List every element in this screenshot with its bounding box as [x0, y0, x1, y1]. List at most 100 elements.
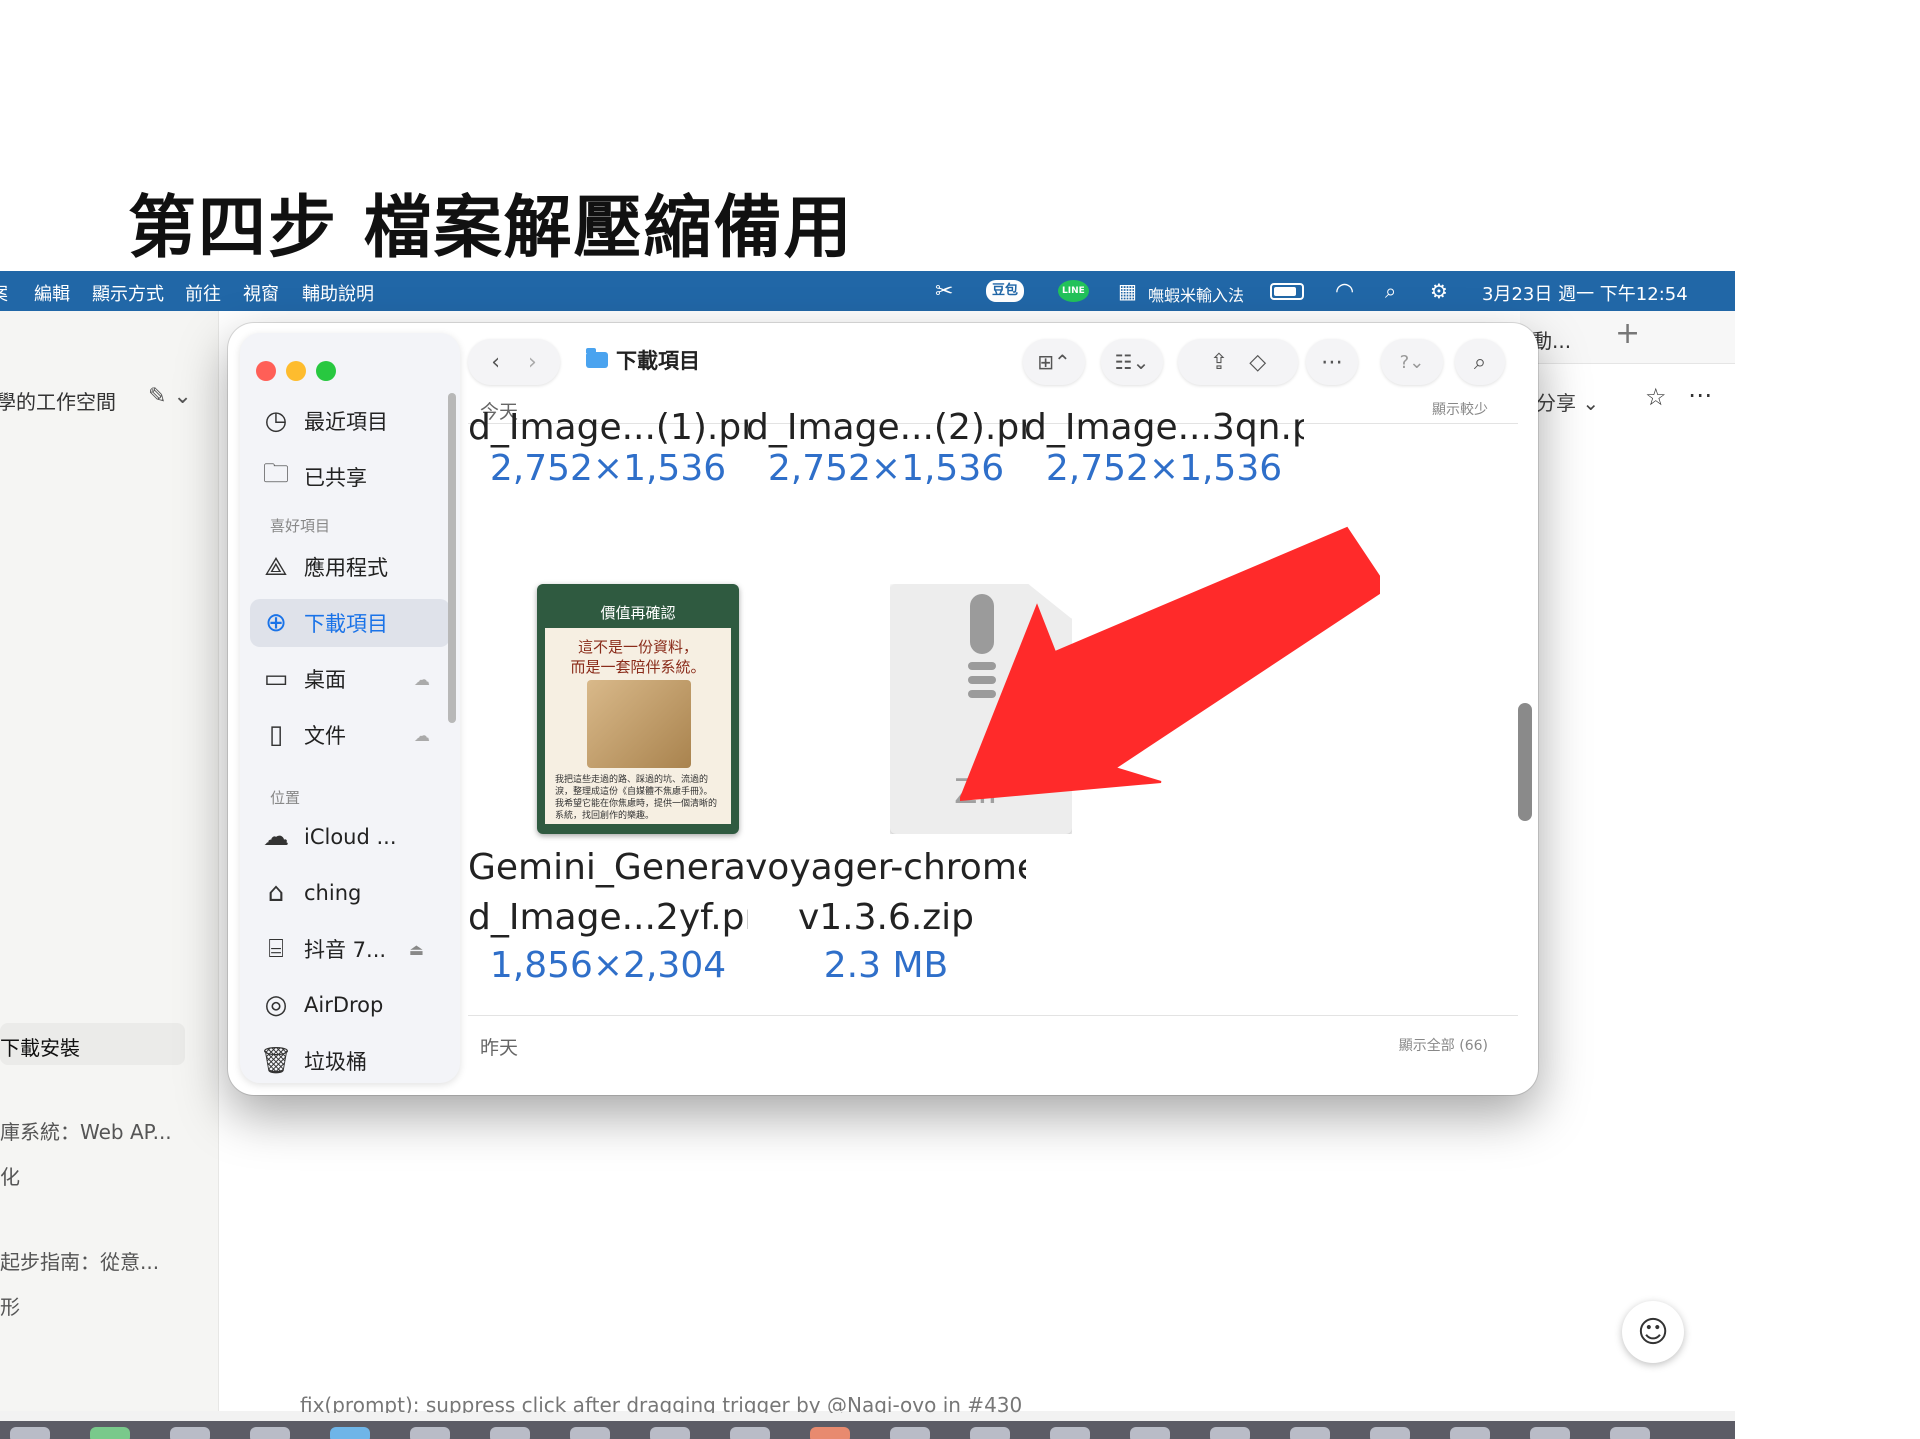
- content-scrollbar[interactable]: [1518, 703, 1532, 821]
- window-title: 下載項目: [586, 345, 700, 375]
- desktop-icon: ▭: [263, 664, 289, 694]
- assistant-button[interactable]: ☺: [1622, 1301, 1684, 1363]
- group-divider: [468, 1015, 1518, 1016]
- spotlight-icon[interactable]: ⌕: [1385, 279, 1396, 303]
- dock-app-icon[interactable]: [1370, 1427, 1410, 1439]
- back-forward-buttons[interactable]: ‹ ›: [468, 339, 560, 385]
- tag-icon[interactable]: ◇: [1249, 350, 1266, 375]
- battery-icon[interactable]: [1270, 279, 1304, 303]
- file-name-line2[interactable]: d_Image...2yf.png: [468, 893, 748, 943]
- thumbnail-page: 這不是一份資料， 而是一套陪伴系統。 我把這些走過的路、踩過的坑、流過的淚，整理…: [545, 628, 731, 824]
- wifi-icon[interactable]: ◠: [1335, 279, 1354, 304]
- dock-app-icon[interactable]: [1290, 1427, 1330, 1439]
- dock-app-icon[interactable]: [330, 1427, 370, 1439]
- menu-file[interactable]: 案: [0, 280, 8, 306]
- close-button[interactable]: [256, 361, 276, 381]
- menu-edit[interactable]: 編輯: [34, 280, 70, 306]
- menu-view[interactable]: 顯示方式: [92, 280, 164, 306]
- dock-app-icon[interactable]: [890, 1427, 930, 1439]
- favorite-star-icon[interactable]: ☆: [1645, 383, 1667, 411]
- dock-app-icon[interactable]: [10, 1427, 50, 1439]
- dock-app-icon[interactable]: [1050, 1427, 1090, 1439]
- share-icon[interactable]: ⇪: [1210, 350, 1228, 375]
- dock-app-icon[interactable]: [170, 1427, 210, 1439]
- more-actions-button[interactable]: ⋯: [1306, 339, 1358, 385]
- trash-icon: 🗑: [259, 1046, 293, 1076]
- dock-app-icon[interactable]: [1130, 1427, 1170, 1439]
- new-page-icon[interactable]: ✎ ⌄: [148, 384, 192, 409]
- sidebar-item-trash[interactable]: 🗑 垃圾桶: [250, 1037, 450, 1083]
- background-list-item[interactable]: 化: [0, 1161, 20, 1190]
- background-list-item[interactable]: 起步指南：從意...: [0, 1246, 159, 1275]
- show-all-link[interactable]: 顯示全部 (66): [1399, 1035, 1488, 1055]
- sidebar-item-recents[interactable]: ◷ 最近項目: [250, 397, 450, 445]
- menu-help[interactable]: 輔助說明: [302, 280, 374, 306]
- arrow-shape: [960, 526, 1380, 802]
- group-icon: ☷⌄: [1114, 350, 1150, 374]
- control-center-icon[interactable]: ⚙: [1430, 279, 1448, 303]
- menubar-clock[interactable]: 3月23日 週一 下午12:54: [1482, 280, 1688, 306]
- search-button[interactable]: ⌕: [1455, 339, 1505, 385]
- sidebar-item-airdrop[interactable]: ◎ AirDrop: [250, 981, 450, 1029]
- capcut-icon[interactable]: ✂: [935, 279, 953, 304]
- sidebar-item-icloud[interactable]: ☁ iCloud ...: [250, 813, 450, 861]
- dock-app-icon[interactable]: [1450, 1427, 1490, 1439]
- input-method-label[interactable]: 嘸蝦米輸入法: [1148, 282, 1244, 306]
- doubao-icon[interactable]: 豆包: [986, 279, 1025, 303]
- dock-app-icon[interactable]: [650, 1427, 690, 1439]
- dock-app-icon[interactable]: [570, 1427, 610, 1439]
- dock-app-icon[interactable]: [1530, 1427, 1570, 1439]
- sidebar-item-applications[interactable]: ⟁ 應用程式: [250, 543, 450, 591]
- sidebar-item-shared[interactable]: 🗀 已共享: [250, 453, 450, 501]
- applications-icon: ⟁: [264, 551, 288, 582]
- share-tag-buttons[interactable]: ⇪ ◇: [1178, 339, 1298, 385]
- more-options-icon[interactable]: ⋯: [1688, 381, 1712, 409]
- dock-app-icon[interactable]: [410, 1427, 450, 1439]
- line-icon[interactable]: LINE: [1058, 279, 1089, 303]
- dock-app-icon[interactable]: [730, 1427, 770, 1439]
- file-name[interactable]: d_Image...(1).png: [468, 403, 748, 453]
- share-button[interactable]: 分享 ⌄: [1536, 387, 1599, 416]
- file-name[interactable]: d_Image...(2).png: [746, 403, 1026, 453]
- download-icon: ⊕: [265, 608, 287, 638]
- document-icon: ▯: [268, 720, 284, 750]
- file-name-line1[interactable]: voyager-chrome-: [746, 843, 1026, 893]
- sidebar-item-downloads[interactable]: ⊕ 下載項目: [250, 599, 450, 647]
- eject-icon[interactable]: ⏏: [409, 940, 424, 959]
- minimize-button[interactable]: [286, 361, 306, 381]
- sidebar-scrollbar[interactable]: [448, 393, 456, 723]
- zoom-button[interactable]: [316, 361, 336, 381]
- background-list-item[interactable]: 形: [0, 1291, 20, 1320]
- show-less-link[interactable]: 顯示較少: [1432, 399, 1488, 419]
- background-list-item[interactable]: 庫系統：Web AP...: [0, 1116, 172, 1145]
- file-name-line2[interactable]: v1.3.6.zip: [746, 893, 1026, 943]
- file-name[interactable]: d_Image...3qn.png: [1024, 403, 1304, 453]
- menu-go[interactable]: 前往: [185, 280, 221, 306]
- menu-window[interactable]: 視窗: [243, 280, 279, 306]
- question-icon: ?⌄: [1399, 351, 1425, 373]
- dock-app-icon[interactable]: [810, 1427, 850, 1439]
- sidebar-item-documents[interactable]: ▯ 文件 ☁: [250, 711, 450, 759]
- dock-app-icon[interactable]: [490, 1427, 530, 1439]
- back-icon[interactable]: ‹: [491, 350, 500, 375]
- sidebar-item-volume[interactable]: ⌸ 抖音 7... ⏏: [250, 925, 450, 973]
- dock-app-icon[interactable]: [1610, 1427, 1650, 1439]
- new-tab-icon[interactable]: +: [1615, 316, 1640, 351]
- dock-app-icon[interactable]: [1210, 1427, 1250, 1439]
- dock-app-icon[interactable]: [250, 1427, 290, 1439]
- file-name-line1[interactable]: Gemini_Generate: [468, 843, 748, 893]
- group-by-button[interactable]: ☷⌄: [1101, 339, 1163, 385]
- dock-app-icon[interactable]: [970, 1427, 1010, 1439]
- sidebar-item-home[interactable]: ⌂ ching: [250, 869, 450, 917]
- help-menu-button[interactable]: ?⌄: [1381, 339, 1443, 385]
- workspace-title[interactable]: 學的工作空間: [0, 386, 116, 415]
- search-icon: ⌕: [1473, 349, 1487, 375]
- sidebar-item-desktop[interactable]: ▭ 桌面 ☁: [250, 655, 450, 703]
- dock-app-icon[interactable]: [90, 1427, 130, 1439]
- view-mode-button[interactable]: ⊞⌃: [1023, 339, 1085, 385]
- image-thumbnail[interactable]: 價值再確認 這不是一份資料， 而是一套陪伴系統。 我把這些走過的路、踩過的坑、流…: [537, 584, 739, 834]
- input-method-icon[interactable]: ▦: [1118, 279, 1137, 303]
- notebook-photo: [587, 680, 691, 768]
- forward-icon[interactable]: ›: [528, 350, 537, 375]
- background-selected-item[interactable]: 下載安裝: [0, 1032, 80, 1061]
